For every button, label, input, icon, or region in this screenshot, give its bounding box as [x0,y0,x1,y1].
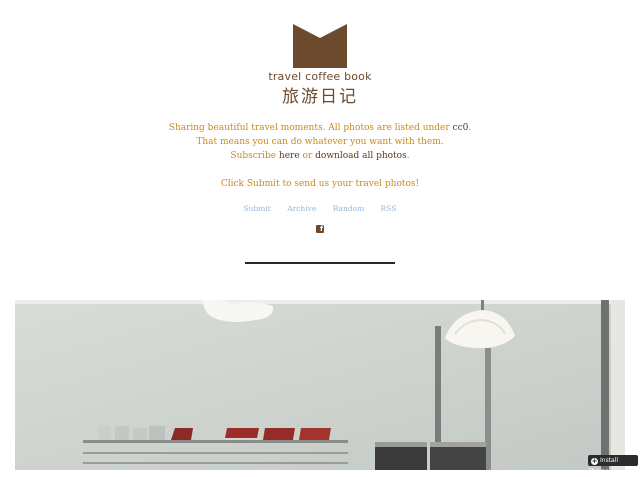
description-line-1: Sharing beautiful travel moments. All ph… [168,123,472,133]
nav-rss-link[interactable]: RSS [381,204,397,213]
nav-random-link[interactable]: Random [333,204,365,213]
plus-icon: + [591,457,598,465]
nav-archive-link[interactable]: Archive [287,204,316,213]
divider [245,262,395,264]
brand-name-chinese: 旅游日记 [282,87,358,107]
book-logo-icon [293,24,347,68]
submit-note: Click Submit to send us your travel phot… [220,179,420,189]
download-all-photos-link[interactable]: download all photos [315,151,407,161]
subscribe-here-link[interactable]: here [279,151,300,161]
description-line-2: That means you can do whatever you want … [196,137,444,147]
nav-submit-link[interactable]: Submit [244,204,271,213]
main-nav: Submit Archive Random RSS [0,204,640,213]
description-line-3: Subscribe here or download all photos. [230,151,410,161]
cafe-photo-image [15,300,625,470]
install-theme-button[interactable]: + Install Theme [588,455,638,475]
cc0-link[interactable]: cc0 [453,123,469,133]
facebook-icon[interactable]: f [316,225,324,233]
post-photo[interactable] [15,300,625,470]
